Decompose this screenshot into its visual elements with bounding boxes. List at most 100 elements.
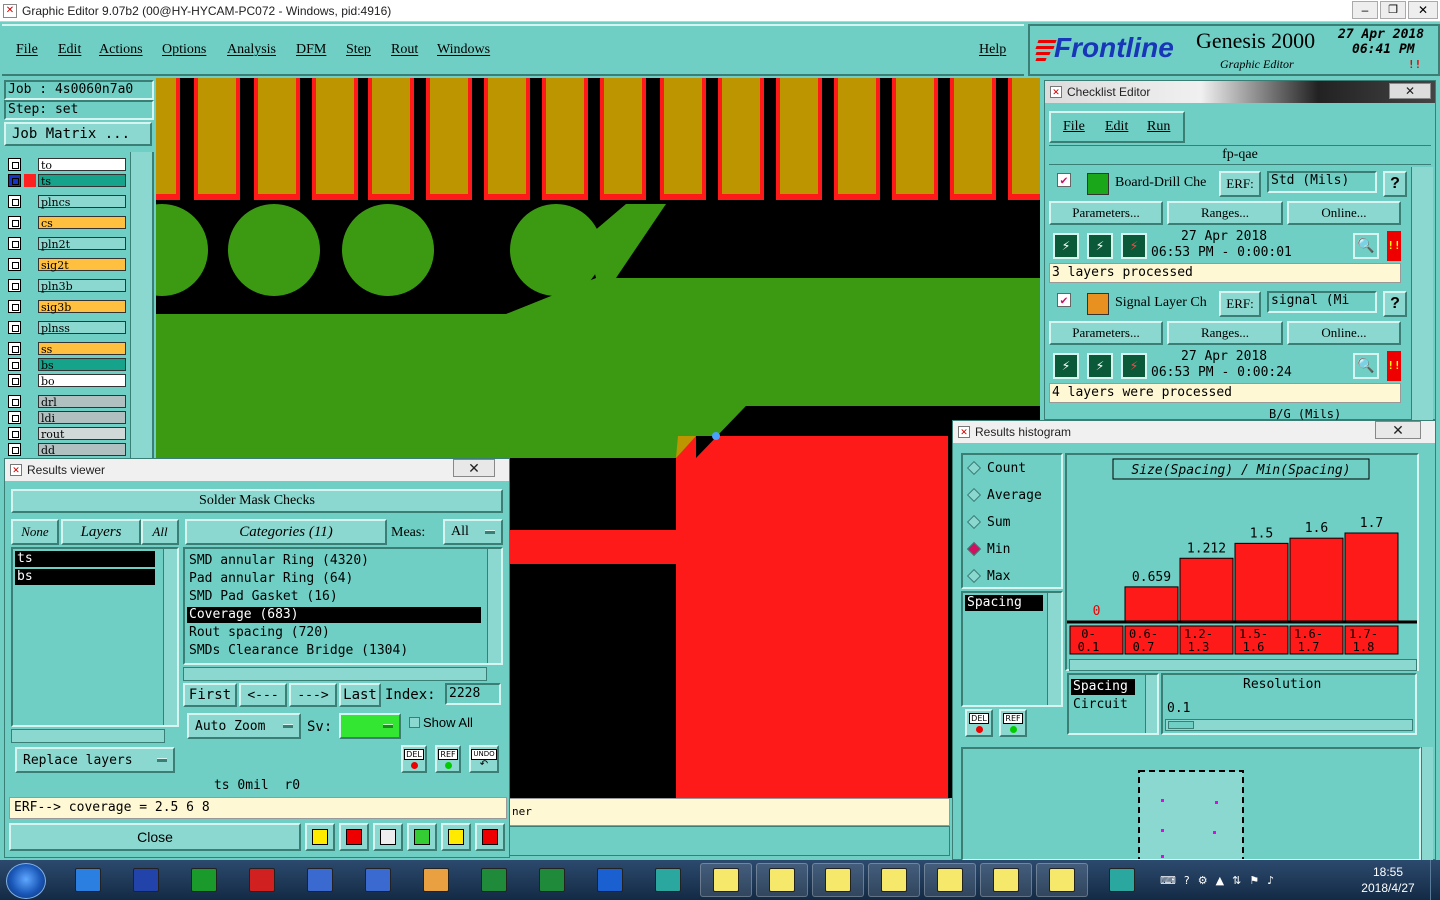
auto-zoom-dropdown[interactable]: Auto Zoom bbox=[187, 713, 301, 739]
layer-row-pln2t[interactable]: pln2t bbox=[8, 236, 126, 251]
layer-listbox-scrollbar[interactable] bbox=[163, 549, 177, 725]
taskbar-excel[interactable] bbox=[468, 863, 520, 897]
del-button[interactable]: DEL bbox=[401, 745, 427, 773]
layer-row-bs[interactable]: bs bbox=[8, 357, 126, 372]
show-all-checkbox[interactable] bbox=[409, 717, 420, 728]
layer-checkbox[interactable] bbox=[8, 358, 21, 371]
help-button[interactable]: ? bbox=[1383, 171, 1407, 197]
volume-icon[interactable]: ♪ bbox=[1267, 874, 1274, 887]
menu-file[interactable]: File bbox=[16, 42, 38, 58]
layer-name[interactable]: drl bbox=[38, 395, 126, 409]
radio-diamond-icon[interactable] bbox=[966, 568, 982, 584]
layer-name[interactable]: plnss bbox=[38, 321, 126, 335]
checklist-menu-file[interactable]: File bbox=[1063, 119, 1085, 135]
menu-edit[interactable]: Edit bbox=[58, 42, 81, 58]
layer-row-plncs[interactable]: plncs bbox=[8, 194, 126, 209]
layer-color-swatch[interactable] bbox=[24, 158, 36, 171]
close-button[interactable]: ✕ bbox=[1408, 1, 1438, 19]
tray-expand-icon[interactable]: ▲ bbox=[1216, 874, 1224, 887]
menu-options[interactable]: Options bbox=[162, 42, 206, 58]
layer-color-swatch[interactable] bbox=[24, 443, 36, 456]
checklist-scrollbar[interactable] bbox=[1411, 167, 1433, 421]
category-item[interactable]: Rout spacing (720) bbox=[187, 625, 481, 641]
checklist-close-button[interactable]: ✕ bbox=[1389, 83, 1431, 99]
taskbar-g-app[interactable] bbox=[236, 863, 288, 897]
keyboard-icon[interactable]: ⌨ bbox=[1160, 874, 1176, 887]
checklist-menu-edit[interactable]: Edit bbox=[1105, 119, 1128, 135]
menu-analysis[interactable]: Analysis bbox=[227, 42, 276, 58]
layer-color-swatch[interactable] bbox=[24, 427, 36, 440]
layer-color-swatch[interactable] bbox=[24, 216, 36, 229]
result-layer-item[interactable]: bs bbox=[15, 569, 155, 585]
layer-checkbox[interactable] bbox=[8, 279, 21, 292]
start-button[interactable] bbox=[6, 863, 46, 899]
layer-color-swatch[interactable] bbox=[24, 342, 36, 355]
categories-scrollbar[interactable] bbox=[487, 549, 501, 663]
selection-listbox[interactable]: Spacing Circuit bbox=[1067, 673, 1159, 735]
layer-row-to[interactable]: to bbox=[8, 157, 126, 172]
layer-checkbox[interactable] bbox=[8, 427, 21, 440]
layer-name[interactable]: ldi bbox=[38, 411, 126, 425]
taskbar-shell[interactable] bbox=[410, 863, 462, 897]
erase-tool-icon[interactable] bbox=[373, 823, 403, 851]
replace-layers-dropdown[interactable]: Replace layers bbox=[15, 747, 175, 773]
taskbar-genesis-window4[interactable] bbox=[868, 863, 920, 897]
layer-row-ldi[interactable]: ldi bbox=[8, 410, 126, 425]
layer-color-swatch[interactable] bbox=[24, 258, 36, 271]
selection-scrollbar[interactable] bbox=[1145, 675, 1157, 733]
layer-name[interactable]: bs bbox=[38, 358, 126, 372]
check-mark-icon[interactable]: ✔ bbox=[1057, 173, 1071, 187]
undo-button[interactable]: UNDO ↶ bbox=[469, 745, 499, 773]
run-fast-icon[interactable]: ⚡ bbox=[1087, 353, 1113, 379]
layers-button[interactable]: Layers bbox=[61, 519, 141, 545]
taskbar-frontline[interactable] bbox=[584, 863, 636, 897]
measure-tool-icon[interactable] bbox=[305, 823, 335, 851]
stop-icon[interactable]: ⚡ bbox=[1121, 353, 1147, 379]
hist-ref-button[interactable]: REF bbox=[999, 709, 1027, 737]
erf-value[interactable]: Std (Mils) bbox=[1267, 171, 1377, 193]
report-tool-icon[interactable] bbox=[441, 823, 471, 851]
stop-icon[interactable]: ⚡ bbox=[1121, 233, 1147, 259]
layer-row-sig3b[interactable]: sig3b bbox=[8, 299, 126, 314]
layer-color-swatch[interactable] bbox=[24, 358, 36, 371]
menu-actions[interactable]: Actions bbox=[99, 42, 143, 58]
sel-item-spacing[interactable]: Spacing bbox=[1071, 679, 1135, 695]
run-icon[interactable]: ⚡ bbox=[1053, 353, 1079, 379]
layer-name[interactable]: to bbox=[38, 158, 126, 172]
meas-dropdown[interactable]: All bbox=[443, 519, 503, 545]
layer-checkbox[interactable] bbox=[8, 258, 21, 271]
erf-button[interactable]: ERF: bbox=[1219, 171, 1261, 197]
layer-listbox-hscroll[interactable] bbox=[11, 729, 165, 743]
online-button[interactable]: Online... bbox=[1287, 201, 1401, 225]
next-button[interactable]: ---> bbox=[289, 683, 337, 707]
layer-checkbox[interactable] bbox=[8, 342, 21, 355]
taskbar-ie[interactable] bbox=[62, 863, 114, 897]
layer-row-pln3b[interactable]: pln3b bbox=[8, 278, 126, 293]
layer-name[interactable]: bo bbox=[38, 374, 126, 388]
histogram-list-item[interactable]: Spacing bbox=[965, 595, 1043, 611]
erf-value[interactable]: signal (Mi bbox=[1267, 291, 1377, 313]
layer-color-swatch[interactable] bbox=[24, 279, 36, 292]
resolution-slider-thumb[interactable] bbox=[1168, 721, 1194, 729]
layer-row-dd[interactable]: dd bbox=[8, 442, 126, 457]
check-name[interactable]: Signal Layer Ch bbox=[1115, 295, 1219, 311]
layer-name[interactable]: pln3b bbox=[38, 279, 126, 293]
radio-diamond-icon[interactable] bbox=[966, 514, 982, 530]
minimize-button[interactable]: – bbox=[1352, 1, 1378, 19]
none-button[interactable]: None bbox=[11, 519, 59, 545]
layer-color-swatch[interactable] bbox=[24, 195, 36, 208]
taskbar-word-doc[interactable] bbox=[294, 863, 346, 897]
online-button[interactable]: Online... bbox=[1287, 321, 1401, 345]
prev-button[interactable]: <--- bbox=[239, 683, 287, 707]
layer-row-cs[interactable]: cs bbox=[8, 215, 126, 230]
layer-checkbox[interactable] bbox=[8, 374, 21, 387]
taskbar-excel2[interactable] bbox=[526, 863, 578, 897]
job-matrix-button[interactable]: Job Matrix ... bbox=[4, 122, 152, 146]
layer-name[interactable]: ss bbox=[38, 342, 126, 356]
ref-button[interactable]: REF bbox=[435, 745, 461, 773]
stat-option-sum[interactable]: Sum bbox=[966, 513, 1010, 531]
radio-diamond-icon[interactable] bbox=[966, 487, 982, 503]
layer-row-ts[interactable]: ts bbox=[8, 173, 126, 188]
maximize-button[interactable]: ❐ bbox=[1380, 1, 1406, 19]
radio-diamond-icon[interactable] bbox=[966, 541, 982, 557]
